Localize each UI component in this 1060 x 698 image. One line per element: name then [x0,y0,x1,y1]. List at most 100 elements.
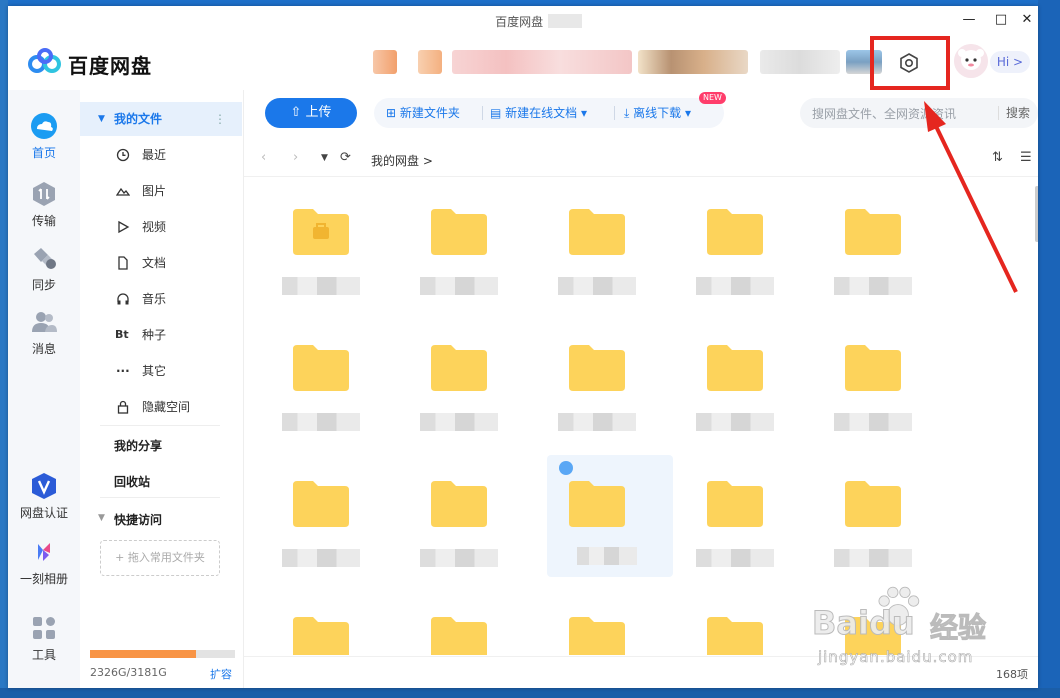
folder-tile[interactable] [672,313,798,435]
rail-label: 网盘认证 [19,506,68,520]
blurred-promo [452,50,632,74]
folder-name-blurred [696,413,774,431]
nav-label: 视频 [142,220,167,234]
folder-tile[interactable] [258,177,384,299]
quick-access-drop-zone[interactable]: + 拖入常用文件夹 [100,540,220,576]
rail-label: 一刻相册 [19,572,68,586]
folder-tile[interactable] [534,585,660,655]
folder-tile[interactable] [672,177,798,299]
blurred-promo [418,50,442,74]
rail-item-sync[interactable]: 同步 [8,244,80,293]
hi-greeting-button[interactable]: Hi > [990,51,1030,73]
rail-item-messages[interactable]: 消息 [8,308,80,357]
folder-tile[interactable] [810,313,936,435]
rail-item-verify[interactable]: 网盘认证 [8,472,80,521]
folder-tile[interactable] [396,585,522,655]
folder-tile[interactable] [258,313,384,435]
upload-button[interactable]: ⇧ 上传 [265,98,357,128]
user-avatar[interactable] [954,44,988,78]
folder-icon [431,209,487,255]
caret-down-icon[interactable]: ▼ [98,513,105,523]
blurred-title-suffix [548,14,582,28]
folder-tile-selected[interactable] [547,455,673,577]
rail-label: 首页 [31,146,56,160]
bt-icon: Bt [115,328,129,341]
selected-check-icon[interactable] [559,461,573,475]
sort-icon[interactable]: ⇅ [992,150,1003,165]
folder-tile[interactable] [396,313,522,435]
nav-item-videos[interactable]: 视频 [80,210,242,244]
blurred-promo [638,50,748,74]
nav-item-other[interactable]: ··· 其它 [80,354,242,388]
nav-item-torrents[interactable]: Bt 种子 [80,318,242,352]
nav-item-my-files[interactable]: ▼ 我的文件 ⋮ [80,102,242,136]
list-view-icon[interactable]: ☰ [1020,150,1032,165]
nav-item-recent[interactable]: 最近 [80,138,242,172]
folder-icon [845,345,901,391]
verify-v-icon [32,473,56,499]
breadcrumb-bar: ‹ › ▼ ⟳ 我的网盘 > ⇅ ☰ [244,142,1038,177]
blurred-promo [373,50,397,74]
folder-name-blurred [282,549,360,567]
nav-divider [100,497,220,498]
breadcrumb: 我的网盘 > [371,152,433,169]
folder-tile[interactable] [258,449,384,571]
folder-name-blurred [696,277,774,295]
folder-name-blurred [558,277,636,295]
nav-label: 其它 [142,364,167,378]
folder-tile[interactable] [534,177,660,299]
folder-name-blurred [834,549,912,567]
nav-item-music[interactable]: 音乐 [80,282,242,316]
folder-tile[interactable] [258,585,384,655]
folder-icon [569,209,625,255]
watermark-cn: 经验 [929,611,987,645]
rail-item-album[interactable]: 一刻相册 [8,538,80,587]
breadcrumb-root[interactable]: 我的网盘 [371,154,419,168]
new-online-doc-label: 新建在线文档 [505,106,578,120]
offline-download-label: 离线下载 [633,106,682,120]
search-button[interactable]: 搜索 [1006,98,1030,128]
file-nav-panel: ▼ 我的文件 ⋮ 最近 图片 视频 文档 音乐 Bt 种子 ··· 其它 隐藏空… [80,90,244,688]
rail-item-transfer[interactable]: 传输 [8,180,80,229]
close-button[interactable]: ✕ [1016,10,1038,30]
history-dropdown-icon[interactable]: ▼ [321,153,328,163]
refresh-icon[interactable]: ⟳ [340,150,351,165]
nav-quick-access[interactable]: 快捷访问 [114,511,162,528]
nav-item-images[interactable]: 图片 [80,174,242,208]
folder-name-blurred [420,549,498,567]
new-online-doc-button[interactable]: ▤ 新建在线文档 ▾ [490,98,587,128]
nav-recycle-bin[interactable]: 回收站 [114,473,150,490]
contacts-icon [32,312,57,332]
folder-tile[interactable] [396,177,522,299]
folder-icon [293,481,349,527]
expand-storage-link[interactable]: 扩容 [210,666,232,682]
new-folder-button[interactable]: ⊞ 新建文件夹 [386,98,460,128]
transfer-icon [33,182,55,206]
folder-name-blurred [577,547,637,565]
more-vertical-icon[interactable]: ⋮ [214,102,226,136]
folder-tile[interactable] [810,177,936,299]
folder-tile[interactable] [810,449,936,571]
nav-item-hidden-space[interactable]: 隐藏空间 [80,390,242,424]
rail-label: 传输 [31,214,56,228]
search-input[interactable] [810,98,994,130]
rail-item-tools[interactable]: 工具 [8,614,80,663]
forward-arrow-icon[interactable]: › [293,150,298,165]
new-folder-icon: ⊞ [386,106,400,120]
folder-tile[interactable] [534,313,660,435]
vertical-scrollbar[interactable] [1035,186,1038,242]
folder-tile[interactable] [672,449,798,571]
maximize-button[interactable]: □ [990,10,1012,30]
nav-item-docs[interactable]: 文档 [80,246,242,280]
nav-my-share[interactable]: 我的分享 [114,437,162,454]
rail-label: 同步 [31,278,56,292]
image-icon [116,187,130,196]
offline-download-button[interactable]: ⤓ 离线下载 ▾ [624,98,691,128]
minimize-button[interactable]: — [958,10,980,30]
folder-tile[interactable] [396,449,522,571]
back-arrow-icon[interactable]: ‹ [261,150,266,165]
folder-tile[interactable] [672,585,798,655]
title-bar: 百度网盘 · — □ ✕ [8,6,1038,34]
rail-item-home[interactable]: 首页 [8,112,80,161]
folder-icon [293,617,349,655]
